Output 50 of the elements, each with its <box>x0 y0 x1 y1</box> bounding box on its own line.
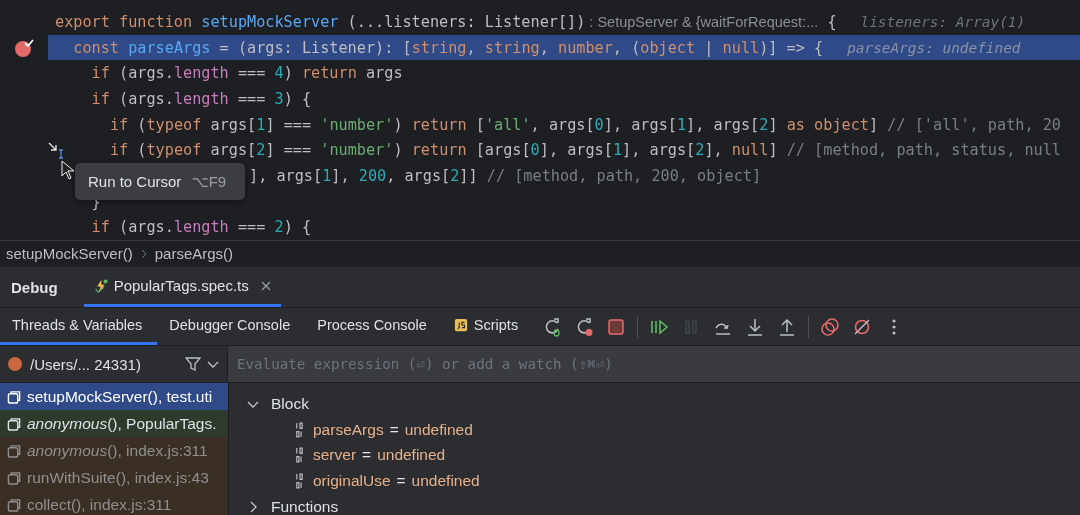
mute-breakpoints-icon[interactable] <box>852 316 873 337</box>
equals-sign: = <box>396 472 406 491</box>
stop-icon[interactable] <box>606 316 627 337</box>
tooltip-label: Run to Cursor <box>88 173 182 190</box>
frame-icon <box>7 497 21 512</box>
breadcrumb[interactable]: parseArgs() <box>154 245 234 262</box>
tree-node-label[interactable]: Block <box>271 394 309 413</box>
panel-tab[interactable]: Process Console <box>305 308 442 345</box>
code-line: if (args.length === 2) { <box>91 218 312 237</box>
tree-node-label[interactable]: Functions <box>271 498 339 515</box>
stack-frame[interactable]: setupMockServer(), test.uti <box>0 383 228 410</box>
evaluate-field[interactable]: Evaluate expression (⏎) or add a watch (⇧⌘⏎) <box>228 346 1080 382</box>
js-file-icon <box>453 318 468 332</box>
frame-icon <box>7 443 21 458</box>
breakpoint-icon[interactable] <box>14 37 34 58</box>
equals-sign: = <box>362 446 372 465</box>
filter-icon[interactable] <box>185 356 201 372</box>
variable-value: undefined <box>411 472 480 491</box>
code-line: if (args.length === 4) return args <box>91 64 403 83</box>
chevron-icon <box>140 248 147 259</box>
variable-value: undefined <box>377 446 446 465</box>
code-line: if (typeof args[2] === 'number') return [args[0], args[1], args[2], null] // [method, path, status, null <box>109 141 1061 160</box>
run-to-cursor-icon[interactable] <box>48 141 64 160</box>
stack-frame[interactable]: collect(), index.js:311 <box>0 491 228 515</box>
frame-icon <box>7 470 21 485</box>
code-line: if (typeof args[1] === 'number') return ['all', args[0], args[1], args[2] as object] // ['all', path, 20 <box>109 115 1061 134</box>
lightning-icon <box>93 278 108 293</box>
panel-tab[interactable]: Scripts <box>441 308 534 345</box>
code-line: ], args[1], 200, args[2]] // [method, path, 200, object] <box>249 166 762 185</box>
breadcrumb[interactable]: setupMockServer() <box>6 245 133 262</box>
code-line: if (args.length === 3) { <box>91 89 312 108</box>
frame-icon <box>7 416 21 431</box>
mouse-pointer-icon <box>61 160 75 180</box>
thread-selector[interactable]: /Users/... 24331) <box>28 355 141 373</box>
stack-frame[interactable]: anonymous(), index.js:311 <box>0 437 228 464</box>
panel-title: Debug <box>11 277 58 298</box>
variable-name[interactable]: parseArgs <box>313 420 384 439</box>
variable-value: undefined <box>404 420 473 439</box>
variable-name[interactable]: originalUse <box>313 472 391 491</box>
variable-name[interactable]: server <box>313 446 357 465</box>
code-line: export function setupMockServer (...listeners: Listener[]) : SetupServer & {waitForRequest:... { listeners: Array(1) <box>55 12 1026 31</box>
breakpoints-icon[interactable] <box>820 316 841 337</box>
stack-frame[interactable]: runWithSuite(), index.js:43 <box>0 464 228 491</box>
frame-icon <box>7 389 21 404</box>
close-icon[interactable] <box>260 280 271 291</box>
shortcut-label: ⌥F9 <box>191 172 227 191</box>
panel-tab[interactable]: Debugger Console <box>157 308 306 345</box>
stack-frame[interactable]: anonymous(), PopularTags. <box>0 410 228 437</box>
code-line: const parseArgs = (args: Listener): [string, string, number, (object | null)] => { parseArgs: undefined <box>73 38 1021 57</box>
equals-sign: = <box>389 420 399 439</box>
